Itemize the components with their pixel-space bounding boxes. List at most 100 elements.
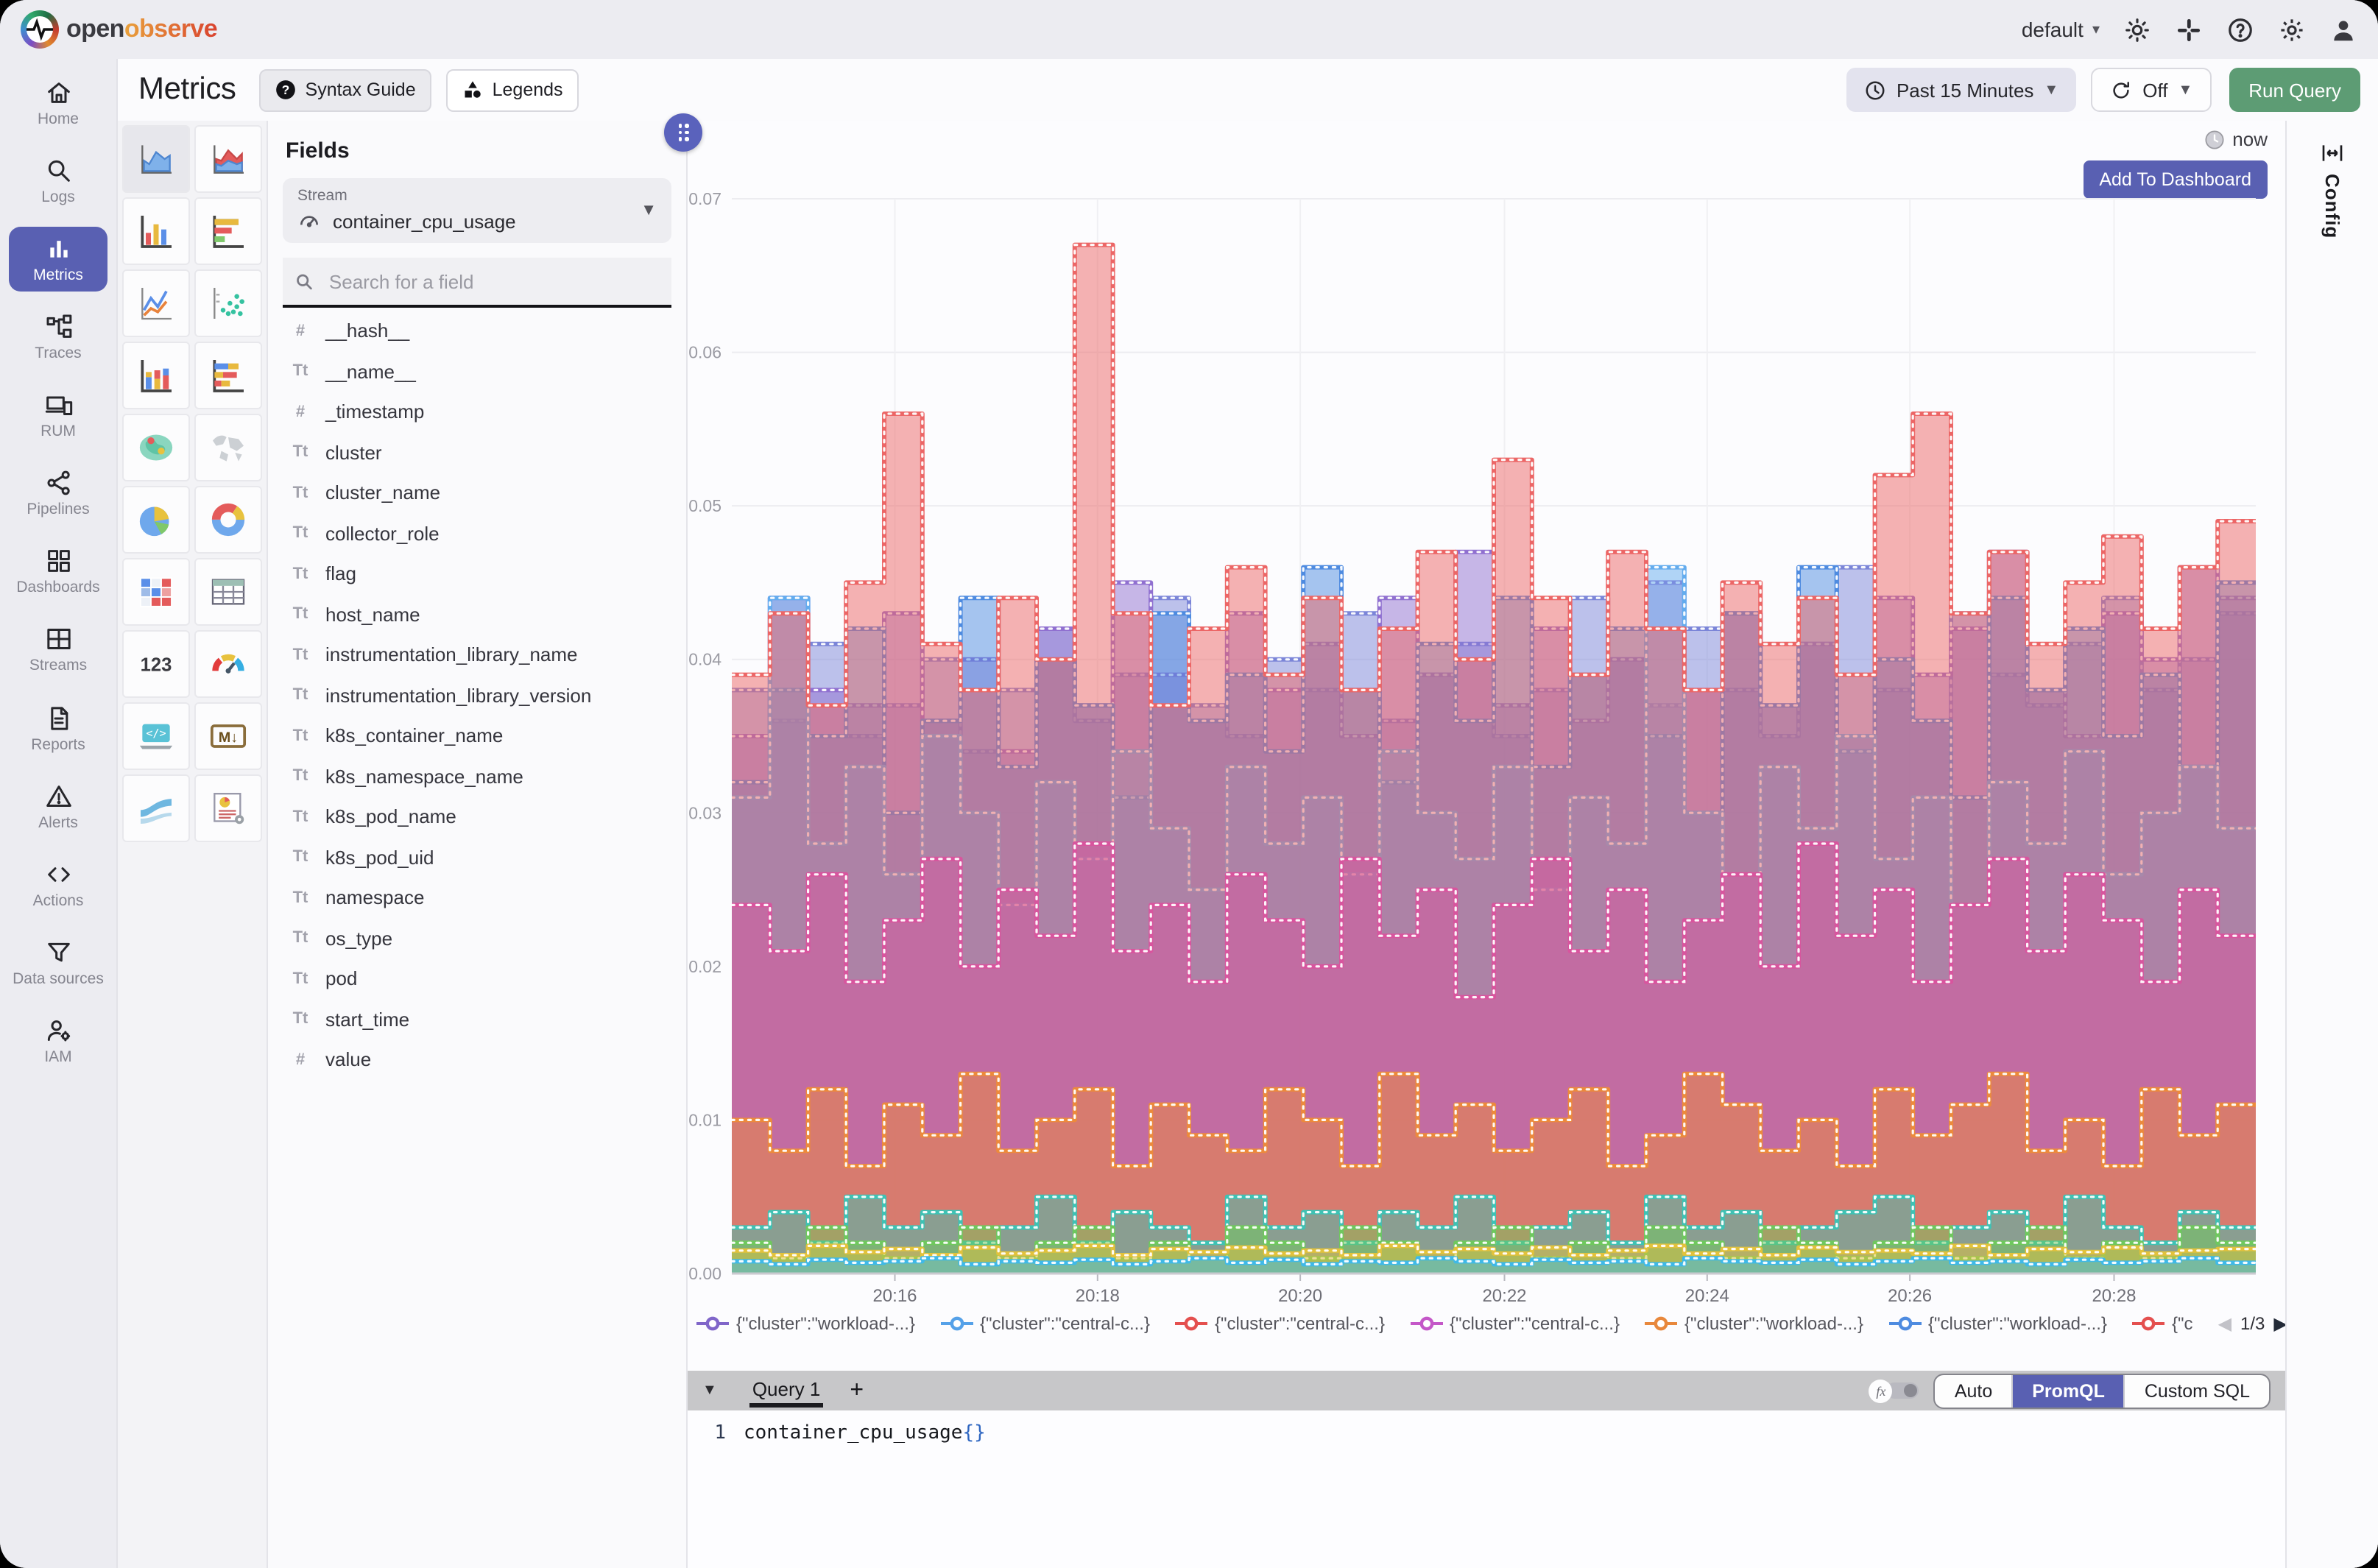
query-editor[interactable]: 1 container_cpu_usage{} <box>688 1410 2285 1568</box>
chart-type-sankey[interactable] <box>122 774 190 842</box>
field-row-__hash__[interactable]: #__hash__ <box>283 311 671 351</box>
scatter-chart-icon <box>208 283 249 324</box>
legend-item-0[interactable]: {"cluster":"workload-...} <box>696 1313 915 1334</box>
sidebar-item-actions[interactable]: Actions <box>9 852 107 917</box>
chart-type-area-stacked[interactable] <box>194 125 262 193</box>
legends-button[interactable]: Legends <box>447 68 579 111</box>
legend-marker-icon <box>1645 1316 1677 1331</box>
chart-type-markdown[interactable]: M↓ <box>194 702 262 770</box>
field-row-k8s_pod_uid[interactable]: Ttk8s_pod_uid <box>283 837 671 877</box>
user-account-icon[interactable] <box>2329 15 2357 43</box>
field-row-namespace[interactable]: Ttnamespace <box>283 877 671 918</box>
chart-type-maps[interactable] <box>194 414 262 481</box>
chart-type-geomap[interactable] <box>122 414 190 481</box>
field-row-pod[interactable]: Ttpod <box>283 958 671 999</box>
legend-item-5[interactable]: {"cluster":"workload-...} <box>1888 1313 2107 1334</box>
query-mode-auto[interactable]: Auto <box>1936 1374 2013 1407</box>
field-row-host_name[interactable]: Tthost_name <box>283 594 671 635</box>
legend-item-3[interactable]: {"cluster":"central-c...} <box>1410 1313 1620 1334</box>
sidebar-item-pipelines[interactable]: Pipelines <box>9 462 107 526</box>
field-row-k8s_pod_name[interactable]: Ttk8s_pod_name <box>283 797 671 837</box>
search-icon <box>294 270 314 292</box>
chart-type-panel: 123</> M↓ <box>118 121 268 1568</box>
area-stacked-chart-icon <box>208 138 249 180</box>
promql-code[interactable]: container_cpu_usage{} <box>744 1422 986 1444</box>
sidebar-item-logs[interactable]: Logs <box>9 149 107 213</box>
run-query-button[interactable]: Run Query <box>2229 68 2360 112</box>
legend-item-4[interactable]: {"cluster":"workload-...} <box>1645 1313 1863 1334</box>
line-chart-icon <box>135 283 177 324</box>
field-row-collector_role[interactable]: Ttcollector_role <box>283 513 671 554</box>
sidebar-item-home[interactable]: Home <box>9 71 107 135</box>
sidebar-item-label: IAM <box>44 1048 71 1066</box>
query-mode-promql[interactable]: PromQL <box>2013 1374 2125 1407</box>
query-mode-custom-sql[interactable]: Custom SQL <box>2125 1374 2269 1407</box>
syntax-guide-button[interactable]: ? Syntax Guide <box>260 68 432 111</box>
alerts-icon <box>43 781 73 811</box>
chart-type-h-stacked[interactable] <box>194 342 262 409</box>
field-row-value[interactable]: #value <box>283 1039 671 1080</box>
chart-type-donut[interactable] <box>194 486 262 554</box>
config-tab[interactable]: Config <box>2321 174 2343 239</box>
slack-icon[interactable] <box>2175 15 2203 43</box>
chart-type-h-bar[interactable] <box>194 197 262 265</box>
field-row-_timestamp[interactable]: #_timestamp <box>283 392 671 432</box>
chart-type-custom[interactable] <box>194 774 262 842</box>
legend-item-1[interactable]: {"cluster":"central-c...} <box>940 1313 1150 1334</box>
chart-type-gauge[interactable] <box>194 630 262 698</box>
chart-type-pie[interactable] <box>122 486 190 554</box>
field-row-instrumentation_library_name[interactable]: Ttinstrumentation_library_name <box>283 635 671 675</box>
markdown-chart-icon: M↓ <box>208 716 249 757</box>
sidebar-item-reports[interactable]: Reports <box>9 696 107 760</box>
field-row-start_time[interactable]: Ttstart_time <box>283 999 671 1039</box>
theme-toggle-icon[interactable] <box>2123 15 2151 43</box>
panel-drag-handle-icon[interactable] <box>664 113 702 152</box>
chart-type-stacked[interactable] <box>122 342 190 409</box>
field-search[interactable] <box>283 258 671 308</box>
chart-type-bar[interactable] <box>122 197 190 265</box>
help-icon[interactable] <box>2226 15 2254 43</box>
config-arrows-icon[interactable] <box>2321 141 2344 165</box>
query-collapse-caret-icon[interactable]: ▼ <box>702 1382 717 1399</box>
sidebar-item-alerts[interactable]: Alerts <box>9 774 107 838</box>
chart-type-table[interactable] <box>194 558 262 626</box>
field-search-input[interactable] <box>326 269 660 294</box>
field-row-os_type[interactable]: Ttos_type <box>283 918 671 958</box>
chart-type-heatmap[interactable] <box>122 558 190 626</box>
chart-type-metric[interactable]: 123 <box>122 630 190 698</box>
chart-type-line[interactable] <box>122 269 190 337</box>
field-row-cluster_name[interactable]: Ttcluster_name <box>283 473 671 513</box>
sidebar-item-datasources[interactable]: Data sources <box>9 930 107 995</box>
refresh-interval-picker[interactable]: Off ▼ <box>2091 68 2212 112</box>
org-selector[interactable]: default ▾ <box>2022 18 2100 41</box>
shapes-icon <box>463 80 484 100</box>
fx-toggle[interactable]: fx <box>1869 1379 1919 1402</box>
sidebar-item-streams[interactable]: Streams <box>9 618 107 682</box>
sidebar-item-rum[interactable]: RUM <box>9 384 107 448</box>
field-row-__name__[interactable]: Tt__name__ <box>283 351 671 392</box>
query-tab[interactable]: Query 1 <box>749 1374 824 1408</box>
field-row-k8s_container_name[interactable]: Ttk8s_container_name <box>283 716 671 756</box>
datasources-icon <box>43 937 73 967</box>
field-name: cluster <box>325 442 382 464</box>
number-field-icon: # <box>289 1051 312 1069</box>
sidebar-item-dashboards[interactable]: Dashboards <box>9 540 107 604</box>
stream-select[interactable]: Stream container_cpu_usage ▼ <box>283 178 671 243</box>
field-row-k8s_namespace_name[interactable]: Ttk8s_namespace_name <box>283 756 671 797</box>
sidebar-item-metrics[interactable]: Metrics <box>9 227 107 292</box>
sidebar-item-iam[interactable]: IAM <box>9 1009 107 1073</box>
legend-item-2[interactable]: {"cluster":"central-c...} <box>1175 1313 1385 1334</box>
field-row-flag[interactable]: Ttflag <box>283 554 671 594</box>
legend-prev-icon[interactable]: ◀ <box>2218 1313 2231 1334</box>
time-range-picker[interactable]: Past 15 Minutes ▼ <box>1846 68 2076 112</box>
chart-type-scatter[interactable] <box>194 269 262 337</box>
field-row-cluster[interactable]: Ttcluster <box>283 432 671 473</box>
add-query-button[interactable]: + <box>850 1377 864 1404</box>
sidebar-item-traces[interactable]: Traces <box>9 305 107 370</box>
chart-type-html[interactable]: </> <box>122 702 190 770</box>
chart-type-area[interactable] <box>122 125 190 193</box>
field-row-instrumentation_library_version[interactable]: Ttinstrumentation_library_version <box>283 675 671 716</box>
sidebar-item-label: Dashboards <box>16 579 99 597</box>
legend-item-6[interactable]: {"c <box>2132 1313 2193 1334</box>
settings-gear-icon[interactable] <box>2278 15 2306 43</box>
